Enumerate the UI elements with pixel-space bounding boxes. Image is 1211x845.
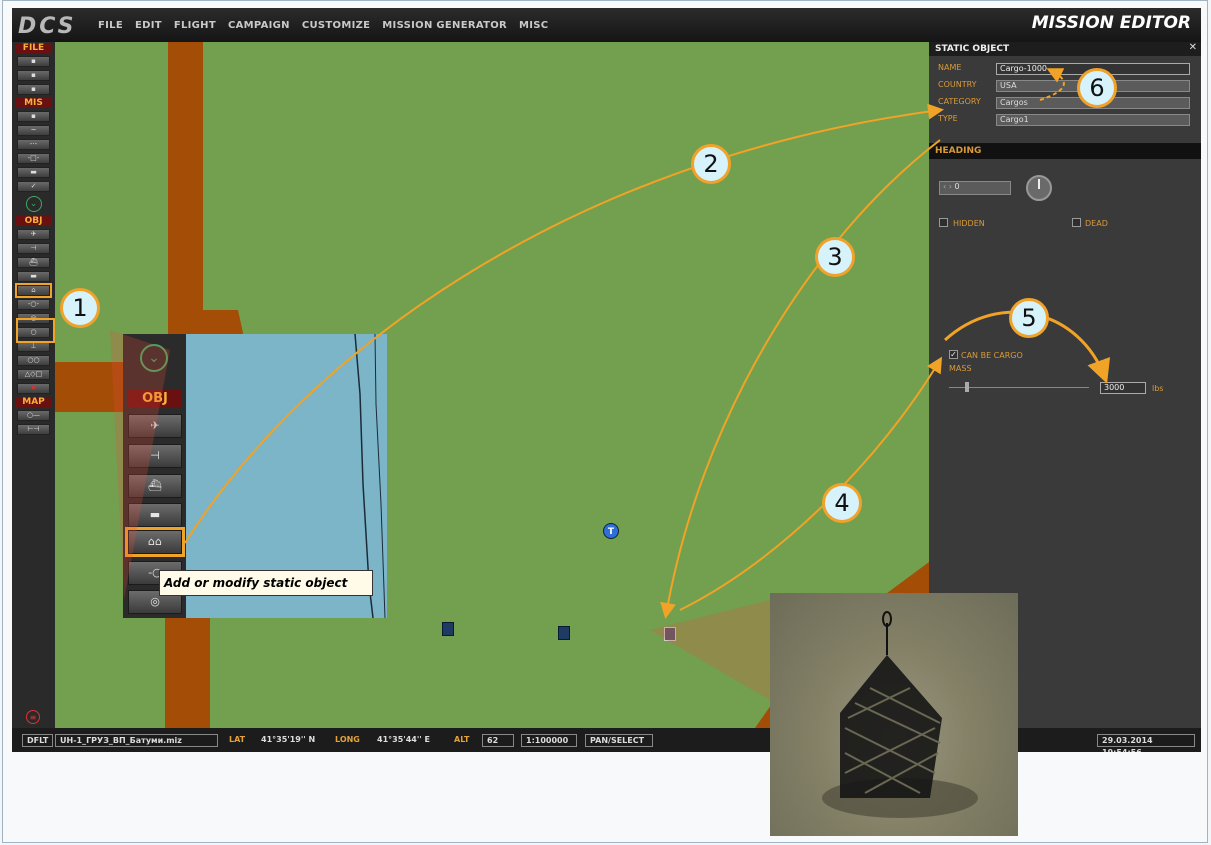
add-waypoint-icon[interactable]: -○-: [17, 299, 50, 310]
callout-4: 4: [822, 483, 862, 523]
tool-mode[interactable]: PAN/SELECT: [585, 734, 653, 747]
selected-static-object-icon[interactable]: [664, 627, 676, 641]
can-be-cargo-label: CAN BE CARGO: [961, 351, 1023, 360]
heading-input[interactable]: ‹ › 0: [939, 181, 1011, 195]
inset-obj-label: OBJ: [128, 390, 182, 407]
check-icon[interactable]: ✓: [17, 181, 50, 192]
callout-6: 6: [1077, 68, 1117, 108]
mission-datetime[interactable]: 29.03.2014 19:54:56: [1097, 734, 1195, 752]
callout-2: 2: [691, 144, 731, 184]
mission-goals-icon[interactable]: ▪: [17, 111, 50, 122]
inset-helicopter-icon[interactable]: ⊣: [128, 444, 182, 468]
name-label: NAME: [938, 63, 962, 72]
exit-icon[interactable]: ≡: [26, 710, 40, 724]
section-map-label: MAP: [15, 397, 52, 407]
static-object-icon[interactable]: [442, 622, 454, 636]
add-static-object-icon[interactable]: ⌂: [15, 283, 52, 298]
panel-close-icon[interactable]: ✕: [1189, 42, 1197, 53]
mass-input[interactable]: 3000: [1100, 382, 1146, 394]
heading-value: 0: [954, 182, 960, 191]
map-marker-t[interactable]: T: [603, 523, 619, 539]
menu-file[interactable]: FILE: [98, 20, 123, 31]
mass-slider-handle[interactable]: [965, 382, 969, 392]
add-helicopter-icon[interactable]: ⊣: [17, 243, 50, 254]
menu-mission-generator[interactable]: MISSION GENERATOR: [382, 20, 507, 31]
fly-mission-icon[interactable]: ⌄: [25, 196, 42, 212]
heading-title: HEADING: [935, 146, 982, 156]
panel-title: STATIC OBJECT: [929, 42, 1201, 56]
country-label: COUNTRY: [938, 80, 977, 89]
heading-stepper-icon: ‹ ›: [943, 182, 955, 191]
section-file-label: FILE: [15, 43, 52, 53]
dead-checkbox[interactable]: [1072, 218, 1081, 227]
trigger-zone-icon[interactable]: -□-: [17, 153, 50, 164]
open-mission-icon[interactable]: ▪: [17, 70, 50, 81]
callout-1: 1: [60, 288, 100, 328]
section-obj-label: OBJ: [15, 216, 52, 226]
can-be-cargo-checkbox[interactable]: ✓: [949, 350, 958, 359]
menu-edit[interactable]: EDIT: [135, 20, 162, 31]
top-menu-bar: DCS FILE EDIT FLIGHT CAMPAIGN CUSTOMIZE …: [12, 8, 1201, 42]
window-title: MISSION EDITOR: [1031, 13, 1191, 33]
red-marker-icon[interactable]: ✕: [17, 383, 50, 394]
map-key-icon[interactable]: ○—: [17, 410, 50, 421]
hidden-label: HIDDEN: [953, 219, 985, 228]
lat-label: LAT: [229, 735, 246, 744]
mass-unit: lbs: [1152, 384, 1164, 393]
callout-3: 3: [815, 237, 855, 277]
menu-misc[interactable]: MISC: [519, 20, 548, 31]
status-mode[interactable]: DFLT: [22, 734, 54, 747]
menu-customize[interactable]: CUSTOMIZE: [302, 20, 370, 31]
hidden-checkbox[interactable]: [939, 218, 948, 227]
heading-dial[interactable]: [1026, 175, 1052, 201]
add-carrier-icon[interactable]: ⊥: [17, 341, 50, 352]
cargo-net-icon: [822, 611, 978, 818]
inset-fly-icon[interactable]: ⌄: [140, 344, 168, 372]
type-label: TYPE: [938, 114, 958, 123]
static-object-tooltip: Add or modify static object: [159, 570, 373, 596]
inset-plane-icon[interactable]: ✈: [128, 414, 182, 438]
triggers-icon[interactable]: -·-: [17, 139, 50, 150]
cargo-net-preview: [770, 593, 1018, 836]
menu-flight[interactable]: FLIGHT: [174, 20, 216, 31]
dcs-logo: DCS: [18, 14, 77, 39]
static-object-icon[interactable]: [558, 626, 570, 640]
new-mission-icon[interactable]: ▪: [17, 56, 50, 67]
section-mis-label: MIS: [15, 98, 52, 108]
weather-icon[interactable]: ~: [17, 125, 50, 136]
long-label: LONG: [335, 735, 360, 744]
main-menu: FILE EDIT FLIGHT CAMPAIGN CUSTOMIZE MISS…: [98, 20, 548, 31]
inset-static-object-icon[interactable]: ⌂⌂: [125, 527, 185, 557]
heading-needle: [1038, 179, 1040, 189]
add-template-icon[interactable]: ○○: [17, 355, 50, 366]
dead-label: DEAD: [1085, 219, 1108, 228]
menu-campaign[interactable]: CAMPAIGN: [228, 20, 290, 31]
save-mission-icon[interactable]: ▪: [17, 84, 50, 95]
alt-label: ALT: [454, 735, 470, 744]
callout-5: 5: [1009, 298, 1049, 338]
status-bar: DFLT UH-1_ГРУЗ_ВП_Батуми.miz LAT 41°35'1…: [12, 728, 1201, 752]
long-value: 41°35'44'' E: [377, 735, 430, 744]
left-toolbar: FILE ▪ ▪ ▪ MIS ▪ ~ -·- -□- ▬ ✓ ⌄ OBJ ✈ ⊣…: [12, 42, 55, 752]
add-circle-icon[interactable]: ○: [17, 327, 50, 338]
map-ruler-icon[interactable]: ⊢⊣: [17, 424, 50, 435]
briefing-icon[interactable]: ▬: [17, 167, 50, 178]
add-shapes-icon[interactable]: △◇□: [17, 369, 50, 380]
inset-vehicle-icon[interactable]: ▬: [128, 503, 182, 527]
mass-label: MASS: [949, 364, 972, 373]
alt-value: 62: [482, 734, 514, 747]
add-target-icon[interactable]: ◎: [17, 313, 50, 324]
inset-ship-icon[interactable]: ⛴: [128, 474, 182, 498]
status-file: UH-1_ГРУЗ_ВП_Батуми.miz: [55, 734, 218, 747]
add-vehicle-icon[interactable]: ▬: [17, 271, 50, 282]
map-scale[interactable]: 1:100000: [521, 734, 577, 747]
category-label: CATEGORY: [938, 97, 981, 106]
add-ship-icon[interactable]: ⛴: [17, 257, 50, 268]
lat-value: 41°35'19'' N: [261, 735, 316, 744]
add-plane-icon[interactable]: ✈: [17, 229, 50, 240]
mass-slider-track[interactable]: [949, 387, 1089, 388]
type-select[interactable]: Cargo1: [996, 114, 1190, 126]
